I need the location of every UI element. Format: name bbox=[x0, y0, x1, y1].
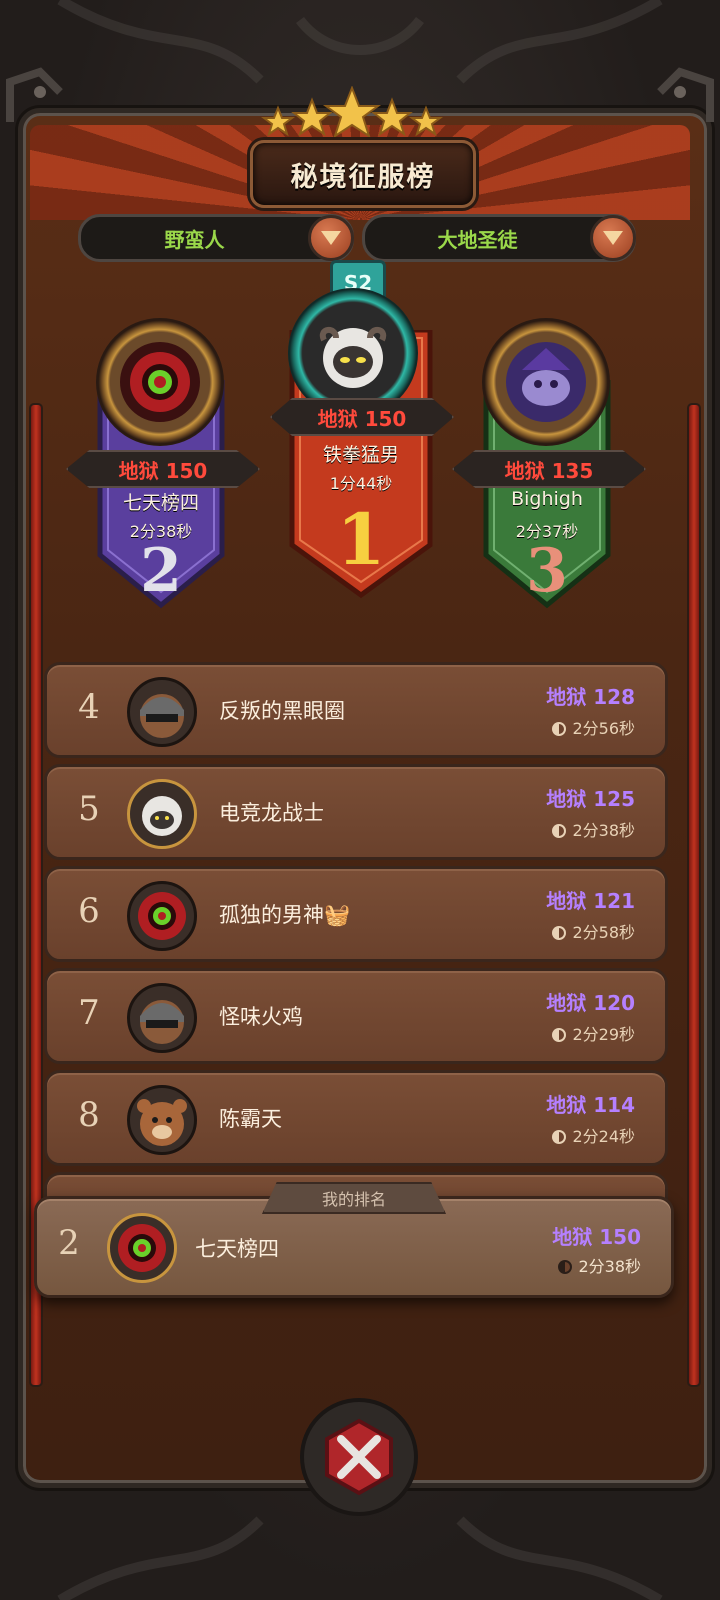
row-time: 2分58秒 bbox=[552, 919, 635, 943]
row-rank: 6 bbox=[78, 891, 100, 931]
knight-avatar-icon bbox=[127, 677, 197, 747]
podium-avatar-2[interactable] bbox=[96, 318, 224, 446]
list-item[interactable]: 5 电竞龙战士 地狱 125 2分38秒 bbox=[44, 764, 668, 860]
class-selector[interactable]: 野蛮人 bbox=[78, 214, 354, 262]
list-item[interactable]: 4 反叛的黑眼圈 地狱 128 2分56秒 bbox=[44, 662, 668, 758]
podium-rank-1: 1 bbox=[336, 498, 386, 581]
row-rank: 7 bbox=[78, 993, 100, 1033]
row-level: 地狱 120 bbox=[546, 991, 635, 1015]
clock-icon bbox=[558, 1260, 573, 1274]
row-time-text: 2分29秒 bbox=[572, 1025, 635, 1044]
close-icon bbox=[325, 1418, 393, 1496]
class-dropdown-button[interactable] bbox=[308, 215, 354, 261]
eye-target-icon bbox=[127, 881, 197, 951]
row-time: 2分29秒 bbox=[552, 1021, 635, 1045]
podium-rank-2: 2 bbox=[140, 536, 182, 606]
bear-avatar-icon bbox=[127, 1085, 197, 1155]
podium-name-2: 七天榜四 bbox=[122, 492, 199, 514]
row-rank: 8 bbox=[78, 1095, 100, 1135]
podium-level-2: 地狱 150 bbox=[66, 450, 260, 488]
my-rank-level: 地狱 150 bbox=[552, 1225, 641, 1249]
list-item[interactable]: 7 怪味火鸡 地狱 120 2分29秒 bbox=[44, 968, 668, 1064]
row-time-text: 2分38秒 bbox=[572, 821, 635, 840]
list-item[interactable]: 6 孤独的男神🧺 地狱 121 2分58秒 bbox=[44, 866, 668, 962]
rating-stars bbox=[261, 86, 443, 139]
row-time-text: 2分24秒 bbox=[572, 1127, 635, 1146]
row-time: 2分38秒 bbox=[552, 817, 635, 841]
page-title: 秘境征服榜 bbox=[290, 161, 436, 193]
row-rank: 5 bbox=[78, 789, 100, 829]
eye-target-icon bbox=[120, 342, 200, 422]
spec-dropdown-button[interactable] bbox=[590, 215, 636, 261]
clock-icon bbox=[552, 722, 567, 736]
podium-name-3: Bighigh bbox=[511, 488, 583, 510]
chevron-down-icon bbox=[321, 231, 341, 245]
my-rank-time: 2分38秒 bbox=[558, 1253, 641, 1277]
row-name: 电竞龙战士 bbox=[219, 801, 324, 825]
right-rail bbox=[687, 403, 701, 1387]
spec-selector-label: 大地圣徒 bbox=[437, 227, 518, 252]
sheep-avatar-icon bbox=[127, 779, 197, 849]
row-time: 2分24秒 bbox=[552, 1123, 635, 1147]
class-selector-label: 野蛮人 bbox=[164, 227, 225, 252]
wizard-avatar-icon bbox=[506, 342, 586, 422]
knight-avatar-icon bbox=[127, 983, 197, 1053]
podium-level-1: 地狱 150 bbox=[270, 398, 454, 436]
podium-rank-3: 3 bbox=[526, 536, 568, 606]
podium-time-1: 1分44秒 bbox=[329, 474, 393, 493]
my-rank-label: 我的排名 bbox=[262, 1182, 446, 1214]
list-item[interactable]: 8 陈霸天 地狱 114 2分24秒 bbox=[44, 1070, 668, 1166]
row-time-text: 2分56秒 bbox=[572, 719, 635, 738]
my-rank-number: 2 bbox=[58, 1223, 80, 1263]
row-name: 反叛的黑眼圈 bbox=[219, 699, 345, 723]
clock-icon bbox=[552, 1028, 567, 1042]
row-time-text: 2分58秒 bbox=[572, 923, 635, 942]
podium-name-1: 铁拳猛男 bbox=[322, 444, 399, 466]
row-level: 地狱 128 bbox=[546, 685, 635, 709]
title-plate: 秘境征服榜 bbox=[250, 140, 476, 208]
clock-icon bbox=[552, 1130, 567, 1144]
clock-icon bbox=[552, 824, 567, 838]
row-level: 地狱 121 bbox=[546, 889, 635, 913]
row-level: 地狱 125 bbox=[546, 787, 635, 811]
row-name: 陈霸天 bbox=[219, 1107, 282, 1131]
spec-selector[interactable]: 大地圣徒 bbox=[362, 214, 636, 262]
podium-level-3: 地狱 135 bbox=[452, 450, 646, 488]
row-rank: 4 bbox=[78, 687, 100, 727]
my-rank-name: 七天榜四 bbox=[195, 1237, 279, 1261]
close-button[interactable] bbox=[300, 1398, 418, 1516]
row-time: 2分56秒 bbox=[552, 715, 635, 739]
row-level: 地狱 114 bbox=[546, 1093, 635, 1117]
podium-avatar-3[interactable] bbox=[482, 318, 610, 446]
row-name: 怪味火鸡 bbox=[219, 1005, 303, 1029]
my-rank-time-text: 2分38秒 bbox=[578, 1257, 641, 1276]
eye-target-icon bbox=[107, 1213, 177, 1283]
chevron-down-icon bbox=[603, 231, 623, 245]
row-name: 孤独的男神🧺 bbox=[219, 903, 351, 927]
clock-icon bbox=[552, 926, 567, 940]
